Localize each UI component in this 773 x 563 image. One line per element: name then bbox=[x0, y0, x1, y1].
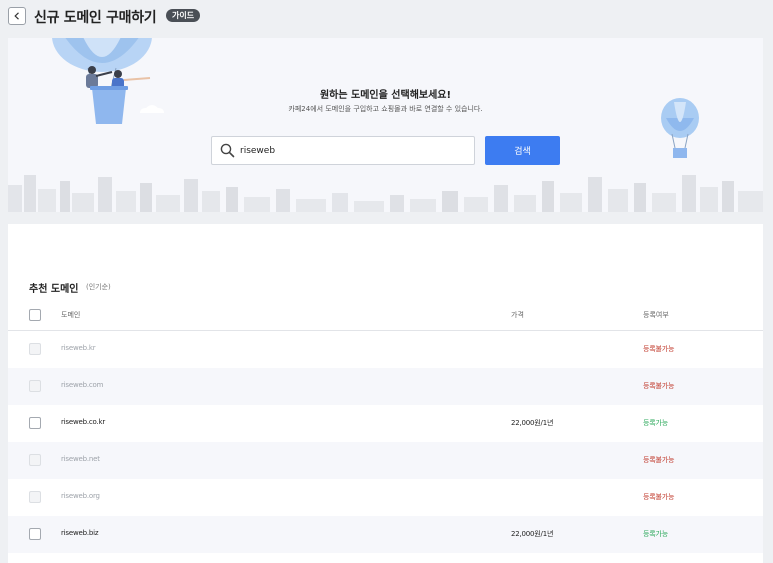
domain-price: 22,000원/1년 bbox=[511, 419, 554, 427]
domain-table-body: riseweb.kr 등록불가능 riseweb.com 등록불가능 risew… bbox=[8, 331, 763, 553]
status-badge: 등록가능 bbox=[643, 419, 668, 427]
row-checkbox[interactable] bbox=[29, 417, 41, 429]
column-header-status: 등록여부 bbox=[643, 311, 669, 319]
section-title-text: 추천 도메인 bbox=[29, 284, 79, 295]
top-bar: 신규 도메인 구매하기 가이드 bbox=[0, 0, 773, 34]
section-subtitle: (인기순) bbox=[86, 283, 111, 291]
table-row: riseweb.biz 22,000원/1년 등록가능 bbox=[8, 516, 763, 553]
table-row: riseweb.com 등록불가능 bbox=[8, 368, 763, 405]
table-header: 도메인 가격 등록여부 bbox=[8, 300, 763, 331]
domain-price: 22,000원/1년 bbox=[511, 530, 554, 538]
search-icon bbox=[220, 143, 235, 158]
hero-title: 원하는 도메인을 선택해보세요! bbox=[319, 90, 452, 101]
domain-name: riseweb.kr bbox=[61, 344, 96, 352]
domain-name: riseweb.org bbox=[61, 492, 100, 500]
column-header-price: 가격 bbox=[511, 311, 524, 319]
guide-badge[interactable]: 가이드 bbox=[166, 9, 201, 22]
status-badge: 등록불가능 bbox=[643, 382, 675, 390]
table-row: riseweb.org 등록불가능 bbox=[8, 479, 763, 516]
status-badge: 등록불가능 bbox=[643, 345, 675, 353]
recommend-domain-panel: 추천 도메인 (인기순) 도메인 가격 등록여부 riseweb.kr 등록불가… bbox=[8, 224, 763, 563]
page-title: 신규 도메인 구매하기 bbox=[34, 10, 157, 26]
status-badge: 등록가능 bbox=[643, 530, 668, 538]
chevron-left-icon bbox=[14, 12, 19, 20]
status-badge: 등록불가능 bbox=[643, 456, 675, 464]
status-badge: 등록불가능 bbox=[643, 493, 675, 501]
column-header-domain: 도메인 bbox=[61, 311, 81, 319]
city-skyline-illustration bbox=[8, 175, 763, 212]
back-button[interactable] bbox=[8, 7, 26, 25]
section-title: 추천 도메인 bbox=[29, 280, 78, 295]
domain-name: riseweb.net bbox=[61, 455, 100, 463]
select-all-checkbox[interactable] bbox=[29, 309, 41, 321]
hero-banner: 원하는 도메인을 선택해보세요! 카페24에서 도메인을 구입하고 쇼핑몰과 바… bbox=[8, 38, 763, 212]
row-checkbox[interactable] bbox=[29, 343, 41, 355]
row-checkbox[interactable] bbox=[29, 380, 41, 392]
hero-subtitle: 카페24에서 도메인을 구입하고 쇼핑몰과 바로 연결할 수 있습니다. bbox=[288, 105, 483, 113]
row-checkbox[interactable] bbox=[29, 491, 41, 503]
domain-name: riseweb.co.kr bbox=[61, 418, 106, 426]
row-checkbox[interactable] bbox=[29, 528, 41, 540]
search-button[interactable]: 검색 bbox=[485, 136, 560, 165]
row-checkbox[interactable] bbox=[29, 454, 41, 466]
domain-name: riseweb.com bbox=[61, 381, 104, 389]
domain-search-box bbox=[211, 136, 475, 165]
domain-name: riseweb.biz bbox=[61, 529, 99, 537]
table-row: riseweb.co.kr 22,000원/1년 등록가능 bbox=[8, 405, 763, 442]
table-row: riseweb.net 등록불가능 bbox=[8, 442, 763, 479]
domain-search-input[interactable] bbox=[240, 141, 468, 161]
table-row: riseweb.kr 등록불가능 bbox=[8, 331, 763, 368]
